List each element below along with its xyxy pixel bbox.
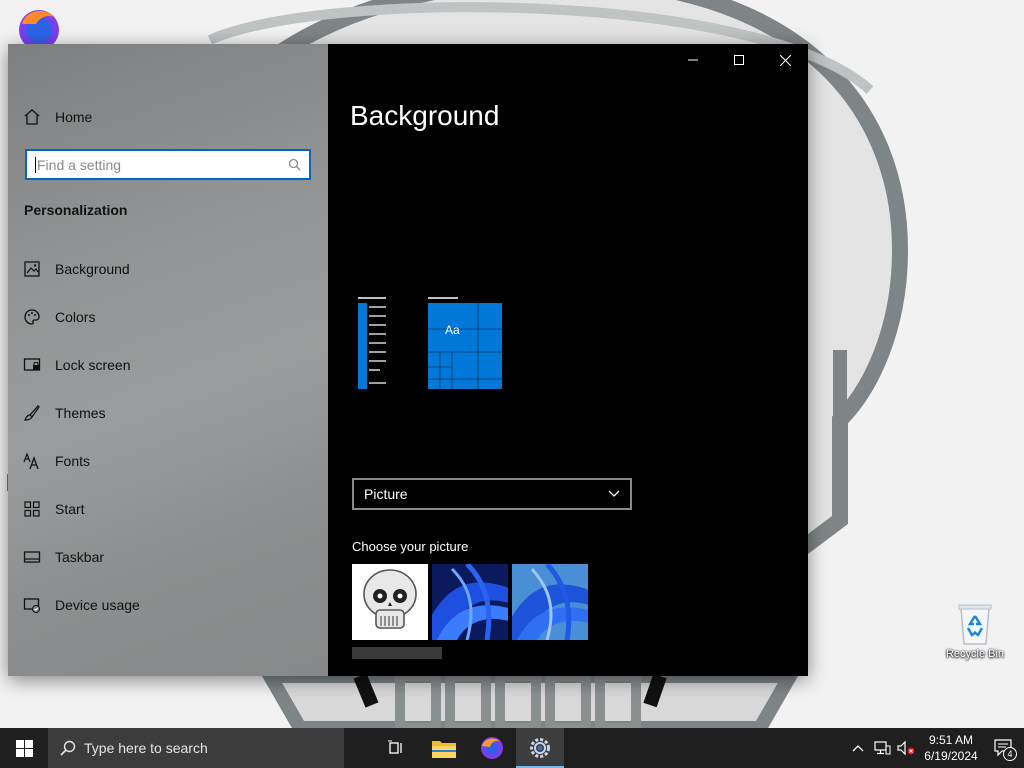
settings-content: Background Aa Picture Choose your pictur… <box>328 44 808 676</box>
section-title: Personalization <box>24 202 128 218</box>
sidebar-item-label: Lock screen <box>55 357 131 373</box>
maximize-button[interactable] <box>716 44 762 76</box>
maximize-icon <box>734 55 744 65</box>
device-usage-icon <box>22 595 42 615</box>
search-icon <box>60 740 76 756</box>
chevron-down-icon <box>608 490 620 497</box>
sidebar-item-label: Home <box>55 109 93 125</box>
tile-grid-preview <box>428 303 502 389</box>
sidebar-item-taskbar[interactable]: Taskbar <box>22 545 104 569</box>
sidebar-item-label: Start <box>55 501 85 517</box>
volume-tray-button[interactable] <box>894 728 918 768</box>
recycle-bin-icon <box>958 604 992 645</box>
minimize-button[interactable] <box>670 44 716 76</box>
close-icon <box>779 54 791 66</box>
volume-muted-icon <box>897 740 915 756</box>
sidebar-item-label: Background <box>55 261 130 277</box>
picture-thumb-bloom-1[interactable] <box>432 564 508 640</box>
sidebar-item-colors[interactable]: Colors <box>22 305 95 329</box>
picture-thumbnails <box>352 564 588 640</box>
network-icon <box>874 741 891 755</box>
close-button[interactable] <box>762 44 808 76</box>
firefox-desktop-icon[interactable] <box>14 4 64 50</box>
start-list-preview <box>358 303 386 389</box>
sidebar-item-themes[interactable]: Themes <box>22 401 106 425</box>
firefox-icon <box>19 10 59 50</box>
sidebar-item-label: Themes <box>55 405 106 421</box>
system-tray: 9:51 AM 6/19/2024 4 <box>846 728 1024 768</box>
taskbar-icon <box>22 547 42 567</box>
sidebar-item-label: Fonts <box>55 453 91 469</box>
title-bar-controls <box>670 44 808 76</box>
choose-picture-label: Choose your picture <box>352 539 469 554</box>
minimize-icon <box>688 59 698 61</box>
text-caret <box>35 156 36 173</box>
windows-logo-icon <box>15 739 33 757</box>
search-placeholder: Find a setting <box>37 156 122 173</box>
taskbar-settings[interactable] <box>516 728 564 768</box>
lock-screen-icon <box>22 355 42 375</box>
action-center-button[interactable]: 4 <box>984 728 1024 768</box>
sidebar-item-label: Device usage <box>55 597 140 613</box>
notification-count-badge: 4 <box>1003 747 1017 761</box>
sidebar-item-fonts[interactable]: Fonts <box>22 449 90 473</box>
brush-icon <box>22 403 42 423</box>
picture-icon <box>22 259 42 279</box>
sidebar-item-lock-screen[interactable]: Lock screen <box>22 353 130 377</box>
taskbar: Type here to search 9:51 AM 6/19/2024 4 <box>0 728 1024 768</box>
palette-icon <box>22 307 42 327</box>
search-input[interactable]: Find a setting <box>25 149 311 180</box>
taskbar-search-box[interactable]: Type here to search <box>48 728 344 768</box>
sidebar-item-label: Taskbar <box>55 549 105 565</box>
start-icon <box>22 499 42 519</box>
desktop-icon-recycle-bin[interactable]: Recycle Bin <box>935 602 1015 660</box>
search-icon <box>288 158 301 171</box>
bloom-picture <box>512 564 588 640</box>
taskbar-search-placeholder: Type here to search <box>84 740 208 756</box>
taskbar-firefox[interactable] <box>468 728 516 768</box>
background-preview: Aa <box>358 297 502 389</box>
show-hidden-icons-button[interactable] <box>846 728 870 768</box>
task-view-icon <box>388 740 402 754</box>
taskbar-file-explorer[interactable] <box>420 728 468 768</box>
sidebar-item-start[interactable]: Start <box>22 497 85 521</box>
taskbar-task-view[interactable] <box>372 728 420 768</box>
start-button[interactable] <box>0 728 48 768</box>
clock-date: 6/19/2024 <box>924 749 978 763</box>
firefox-icon <box>481 737 503 759</box>
chevron-up-icon <box>852 745 864 752</box>
taskbar-clock[interactable]: 9:51 AM 6/19/2024 <box>918 728 984 768</box>
home-icon <box>22 107 42 127</box>
bloom-picture <box>432 564 508 640</box>
preview-sample-text: Aa <box>445 323 460 337</box>
background-type-dropdown[interactable]: Picture <box>352 478 632 510</box>
settings-window: Home Find a setting Personalization Back… <box>8 44 808 676</box>
skull-picture <box>352 564 428 640</box>
picture-thumb-bloom-2[interactable] <box>512 564 588 640</box>
browse-button[interactable] <box>352 647 442 659</box>
sidebar-item-home[interactable]: Home <box>22 105 92 129</box>
settings-sidebar: Home Find a setting Personalization Back… <box>8 44 328 676</box>
sidebar-item-label: Colors <box>55 309 96 325</box>
sidebar-item-background[interactable]: Background <box>22 257 130 281</box>
clock-time: 9:51 AM <box>928 733 974 747</box>
picture-thumb-skull[interactable] <box>352 564 428 640</box>
file-explorer-icon <box>432 741 456 758</box>
sidebar-item-device-usage[interactable]: Device usage <box>22 593 140 617</box>
page-title: Background <box>350 100 500 131</box>
fonts-icon <box>22 451 42 471</box>
network-tray-button[interactable] <box>870 728 894 768</box>
dropdown-value: Picture <box>364 486 408 502</box>
desktop-icon-label: Recycle Bin <box>945 648 1005 660</box>
settings-icon <box>530 738 550 758</box>
